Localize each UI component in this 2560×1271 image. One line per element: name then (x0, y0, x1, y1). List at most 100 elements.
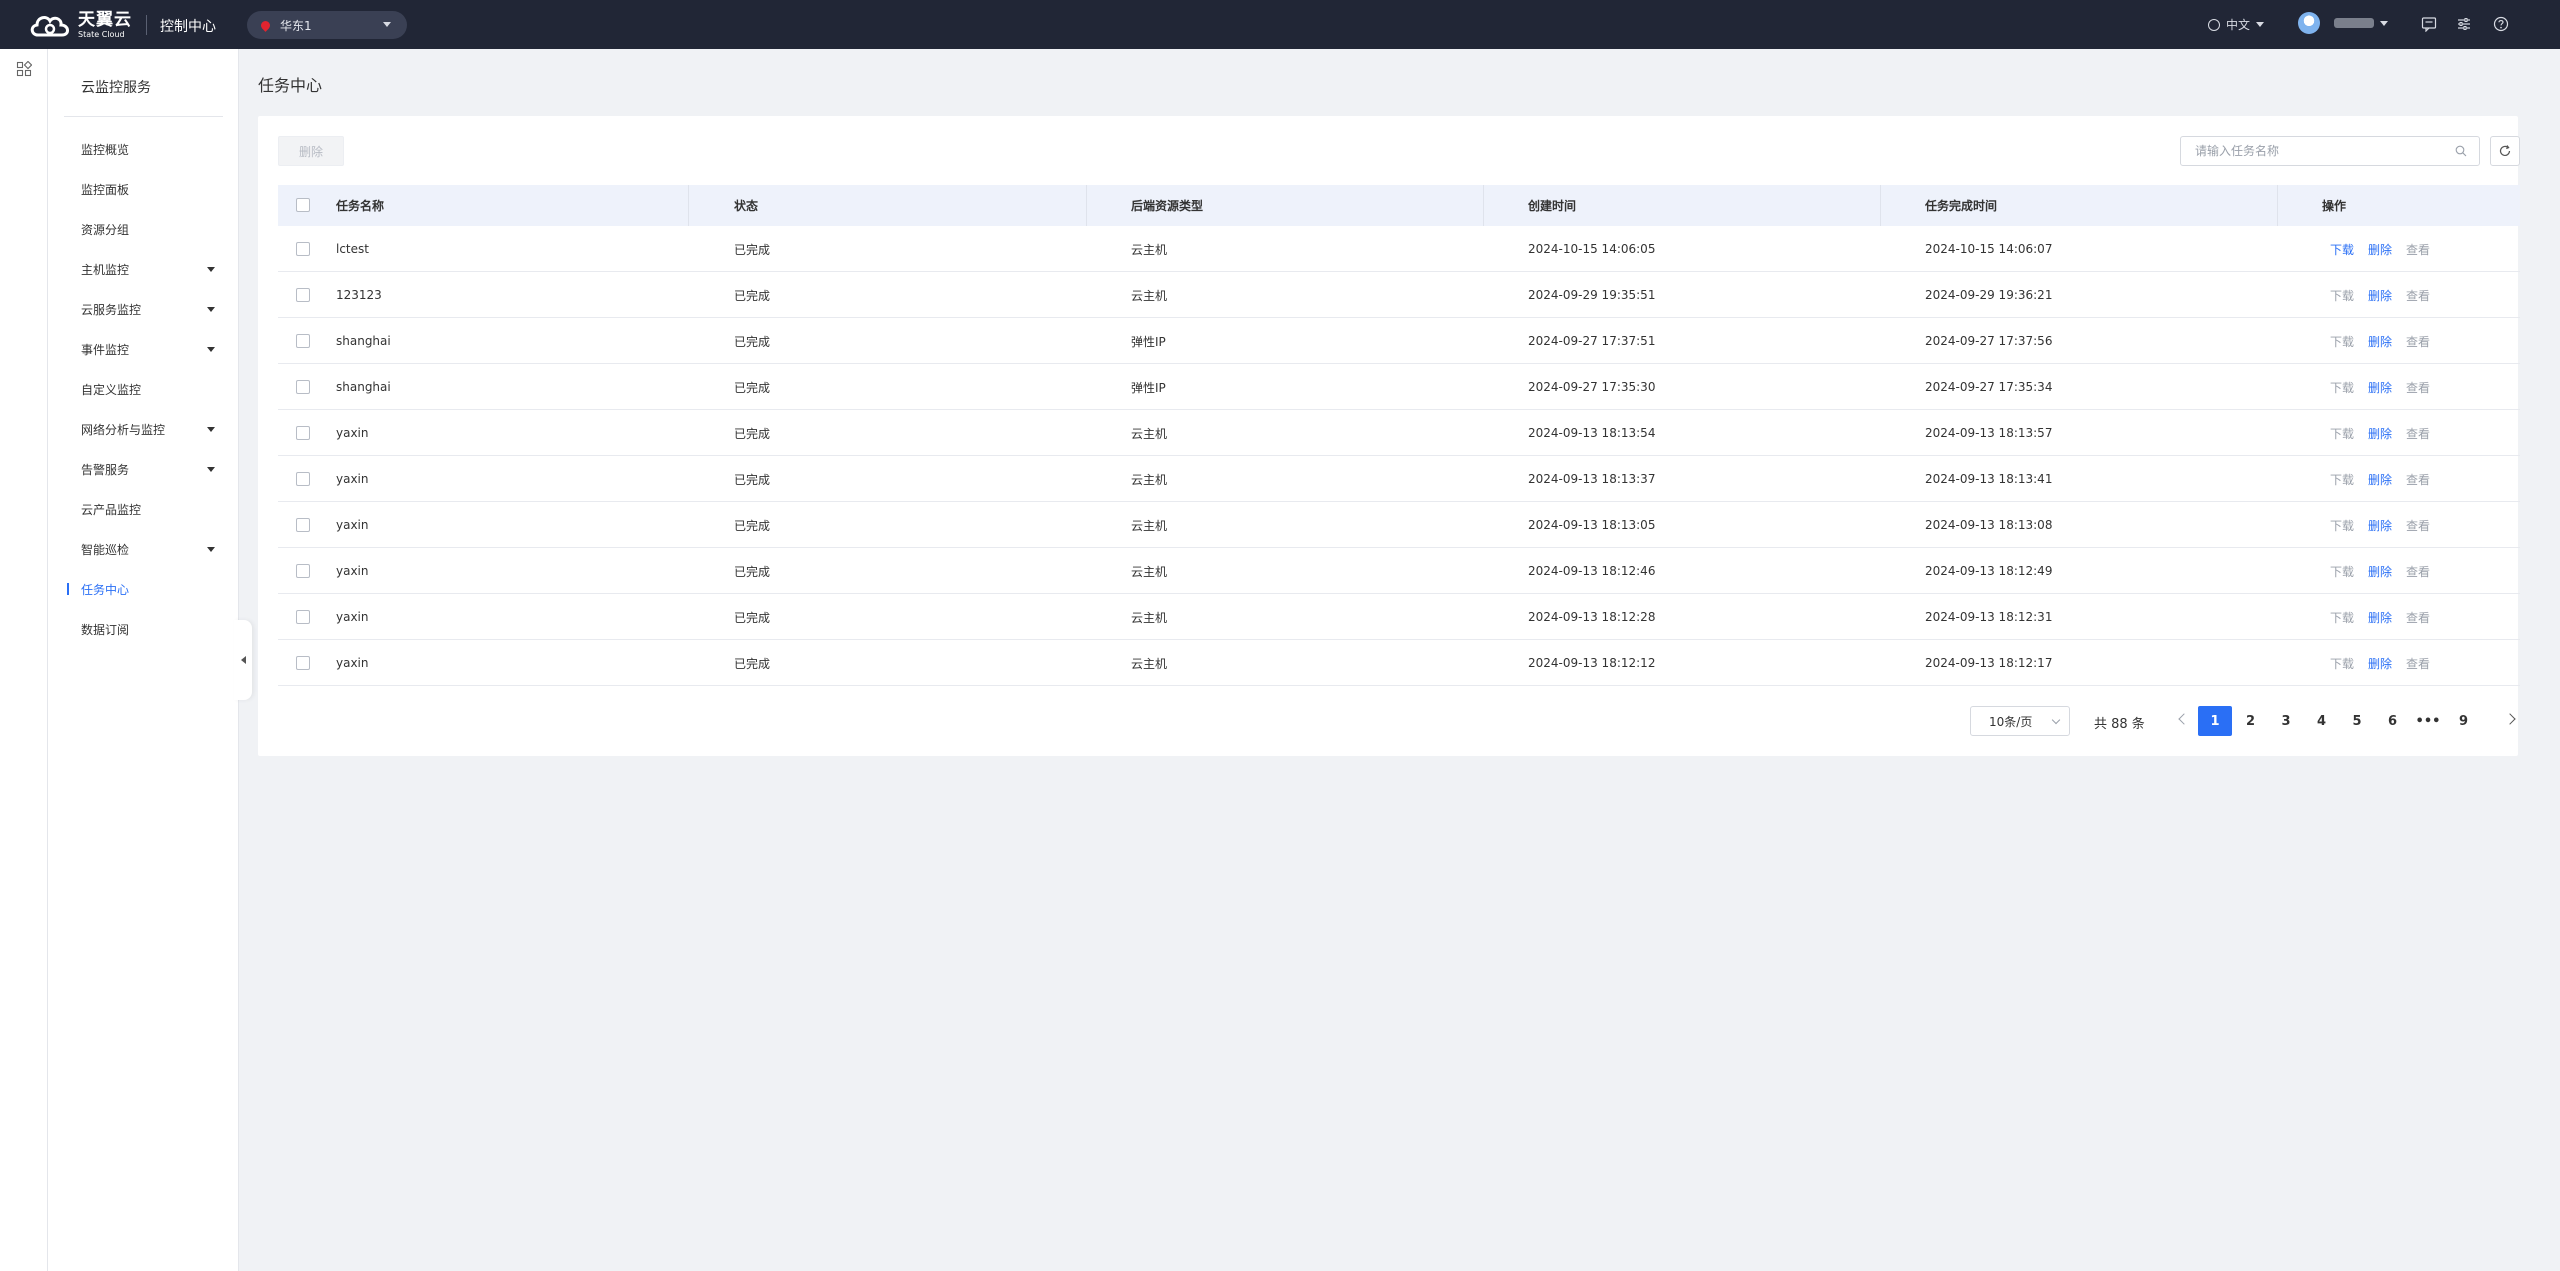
row-checkbox[interactable] (296, 564, 310, 578)
view-link[interactable]: 查看 (2406, 655, 2430, 672)
page-button[interactable]: 9 (2447, 706, 2481, 736)
settings-icon[interactable] (2456, 16, 2472, 32)
column-header: 后端资源类型 (1131, 199, 1204, 213)
sidebar-item[interactable]: 监控面板 (48, 173, 239, 205)
page-button[interactable]: 5 (2340, 706, 2374, 736)
created-time-cell: 2024-09-13 18:13:05 (1528, 518, 1656, 532)
sidebar-item[interactable]: 智能巡检 (48, 533, 239, 565)
delete-link[interactable]: 删除 (2368, 517, 2392, 534)
download-link[interactable]: 下载 (2330, 471, 2354, 488)
finished-time-cell: 2024-09-27 17:35:34 (1925, 380, 2053, 394)
view-link[interactable]: 查看 (2406, 241, 2430, 258)
sidebar-item[interactable]: 数据订阅 (48, 613, 239, 645)
download-link[interactable]: 下载 (2330, 333, 2354, 350)
delete-link[interactable]: 删除 (2368, 609, 2392, 626)
delete-link[interactable]: 删除 (2368, 333, 2392, 350)
brand-logo[interactable]: 天翼云 State Cloud (28, 8, 132, 42)
row-checkbox[interactable] (296, 242, 310, 256)
page-button[interactable]: 2 (2234, 706, 2268, 736)
view-link[interactable]: 查看 (2406, 563, 2430, 580)
row-checkbox[interactable] (296, 518, 310, 532)
view-link[interactable]: 查看 (2406, 517, 2430, 534)
row-checkbox[interactable] (296, 334, 310, 348)
view-link[interactable]: 查看 (2406, 379, 2430, 396)
select-all-checkbox[interactable] (296, 198, 310, 212)
row-checkbox[interactable] (296, 610, 310, 624)
delete-link[interactable]: 删除 (2368, 379, 2392, 396)
row-checkbox[interactable] (296, 426, 310, 440)
download-link[interactable]: 下载 (2330, 287, 2354, 304)
column-header: 状态 (734, 199, 759, 213)
status-cell: 已完成 (734, 472, 771, 487)
apps-grid-icon[interactable] (16, 61, 32, 77)
sidebar-divider (64, 116, 223, 117)
sidebar-item[interactable]: 云服务监控 (48, 293, 239, 325)
region-selector[interactable]: 华东1 (247, 11, 407, 39)
download-link[interactable]: 下载 (2330, 517, 2354, 534)
avatar (2298, 12, 2320, 34)
sidebar-item[interactable]: 监控概览 (48, 133, 239, 165)
finished-time-cell: 2024-09-13 18:13:08 (1925, 518, 2053, 532)
table-row: yaxin 已完成 云主机 2024-09-13 18:13:37 2024-09-13… (278, 456, 2520, 502)
row-checkbox[interactable] (296, 380, 310, 394)
row-checkbox[interactable] (296, 472, 310, 486)
status-cell: 已完成 (734, 380, 771, 395)
help-icon[interactable] (2493, 16, 2509, 32)
sidebar-item-label: 数据订阅 (81, 622, 130, 637)
finished-time-cell: 2024-09-13 18:12:31 (1925, 610, 2053, 624)
page-button[interactable]: 6 (2376, 706, 2410, 736)
console-title[interactable]: 控制中心 (160, 16, 216, 36)
download-link[interactable]: 下载 (2330, 425, 2354, 442)
row-checkbox[interactable] (296, 288, 310, 302)
view-link[interactable]: 查看 (2406, 333, 2430, 350)
delete-button[interactable]: 删除 (278, 136, 344, 166)
sidebar-item[interactable]: 资源分组 (48, 213, 239, 245)
delete-link[interactable]: 删除 (2368, 471, 2392, 488)
status-cell: 已完成 (734, 288, 771, 303)
finished-time-cell: 2024-09-13 18:12:49 (1925, 564, 2053, 578)
sidebar: 云监控服务 监控概览 监控面板 资源分组 主机监控 云服务监控 事件监控 自定义监控 网络分析… (48, 49, 239, 1271)
download-link[interactable]: 下载 (2330, 241, 2354, 258)
next-page-icon[interactable] (2504, 713, 2516, 725)
download-link[interactable]: 下载 (2330, 563, 2354, 580)
sidebar-item[interactable]: 告警服务 (48, 453, 239, 485)
search-icon[interactable] (2455, 145, 2467, 157)
sidebar-item[interactable]: 事件监控 (48, 333, 239, 365)
sidebar-item[interactable]: 任务中心 (48, 573, 239, 605)
page-ellipsis[interactable]: ••• (2411, 706, 2445, 736)
delete-link[interactable]: 删除 (2368, 287, 2392, 304)
row-actions: 下载 删除 查看 (2330, 594, 2444, 640)
resource-type-cell: 云主机 (1131, 242, 1168, 257)
sidebar-item-label: 主机监控 (81, 262, 130, 277)
sidebar-item[interactable]: 自定义监控 (48, 373, 239, 405)
delete-link[interactable]: 删除 (2368, 655, 2392, 672)
view-link[interactable]: 查看 (2406, 425, 2430, 442)
page-button[interactable]: 3 (2269, 706, 2303, 736)
download-link[interactable]: 下载 (2330, 609, 2354, 626)
location-pin-icon (259, 18, 272, 32)
prev-page-icon[interactable] (2178, 713, 2190, 725)
finished-time-cell: 2024-10-15 14:06:07 (1925, 242, 2053, 256)
sidebar-collapse-handle[interactable] (234, 620, 252, 700)
page-size-select[interactable]: 10条/页 (1970, 706, 2070, 736)
sidebar-item[interactable]: 网络分析与监控 (48, 413, 239, 445)
sidebar-item[interactable]: 主机监控 (48, 253, 239, 285)
search-input[interactable] (2181, 137, 2479, 165)
row-actions: 下载 删除 查看 (2330, 318, 2444, 364)
view-link[interactable]: 查看 (2406, 471, 2430, 488)
page-button[interactable]: 1 (2198, 706, 2232, 736)
language-selector[interactable]: 中文 (2208, 16, 2265, 33)
delete-link[interactable]: 删除 (2368, 241, 2392, 258)
delete-link[interactable]: 删除 (2368, 425, 2392, 442)
row-checkbox[interactable] (296, 656, 310, 670)
delete-link[interactable]: 删除 (2368, 563, 2392, 580)
refresh-button[interactable] (2490, 136, 2520, 166)
download-link[interactable]: 下载 (2330, 655, 2354, 672)
download-link[interactable]: 下载 (2330, 379, 2354, 396)
user-menu[interactable] (2298, 12, 2388, 34)
message-icon[interactable] (2421, 16, 2437, 32)
view-link[interactable]: 查看 (2406, 609, 2430, 626)
sidebar-item[interactable]: 云产品监控 (48, 493, 239, 525)
page-button[interactable]: 4 (2305, 706, 2339, 736)
view-link[interactable]: 查看 (2406, 287, 2430, 304)
